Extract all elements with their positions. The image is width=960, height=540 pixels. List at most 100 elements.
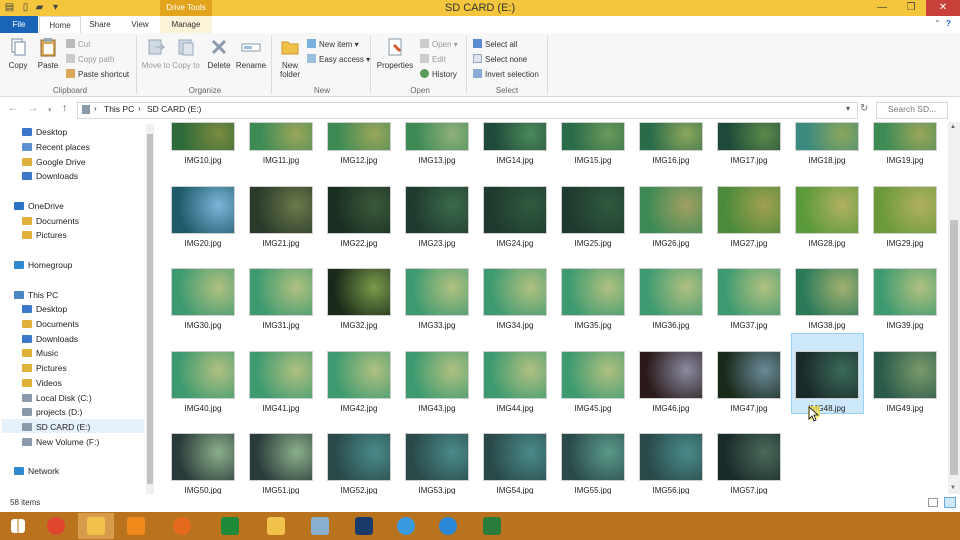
image-thumbnail[interactable] bbox=[249, 122, 313, 151]
collapse-ribbon-icon[interactable]: ⌃ bbox=[934, 19, 941, 28]
up-arrow-icon[interactable]: ↑ bbox=[62, 103, 67, 114]
nav-item-desktop[interactable]: Desktop bbox=[22, 302, 67, 316]
breadcrumb-this-pc[interactable]: This PC bbox=[104, 104, 134, 114]
image-thumbnail[interactable] bbox=[249, 351, 313, 399]
image-thumbnail[interactable] bbox=[795, 351, 859, 399]
image-thumbnail[interactable] bbox=[483, 122, 547, 151]
image-thumbnail[interactable] bbox=[483, 268, 547, 316]
image-thumbnail[interactable] bbox=[171, 268, 235, 316]
new-item-button[interactable]: New item ▾ bbox=[307, 38, 359, 51]
nav-item-downloads[interactable]: Downloads bbox=[22, 332, 78, 346]
nav-item-desktop[interactable]: Desktop bbox=[22, 125, 67, 139]
image-thumbnail[interactable] bbox=[405, 433, 469, 481]
folder-taskbar-button[interactable] bbox=[258, 513, 294, 539]
sync-taskbar-button[interactable] bbox=[430, 513, 466, 539]
delete-button[interactable]: Delete bbox=[204, 37, 234, 70]
image-thumbnail[interactable] bbox=[717, 186, 781, 234]
easy-access-button[interactable]: Easy access ▾ bbox=[307, 53, 370, 66]
open-button[interactable]: Open ▾ bbox=[420, 38, 458, 51]
image-thumbnail[interactable] bbox=[327, 186, 391, 234]
firefox-taskbar-button[interactable] bbox=[164, 513, 200, 539]
image-thumbnail[interactable] bbox=[639, 351, 703, 399]
nav-item-projects-d[interactable]: projects (D:) bbox=[22, 405, 82, 419]
close-button[interactable]: ✕ bbox=[926, 0, 960, 16]
tab-home[interactable]: Home bbox=[39, 16, 81, 34]
minimize-button[interactable]: — bbox=[868, 0, 896, 16]
paste-shortcut-button[interactable]: Paste shortcut bbox=[66, 68, 129, 81]
image-thumbnail[interactable] bbox=[561, 268, 625, 316]
image-thumbnail[interactable] bbox=[639, 186, 703, 234]
image-thumbnail[interactable] bbox=[561, 122, 625, 151]
rename-button[interactable]: Rename bbox=[235, 37, 267, 70]
tab-share[interactable]: Share bbox=[80, 16, 120, 33]
image-thumbnail[interactable] bbox=[873, 186, 937, 234]
cut-button[interactable]: Cut bbox=[66, 38, 90, 51]
large-icons-view-icon[interactable] bbox=[944, 497, 956, 508]
nav-item-this-pc[interactable]: This PC bbox=[14, 288, 58, 302]
nav-item-onedrive[interactable]: OneDrive bbox=[14, 199, 64, 213]
copy-path-button[interactable]: Copy path bbox=[66, 53, 114, 66]
tab-manage[interactable]: Manage bbox=[160, 16, 212, 33]
select-all-button[interactable]: Select all bbox=[473, 38, 517, 51]
image-thumbnail[interactable] bbox=[327, 268, 391, 316]
copy-button[interactable]: Copy bbox=[4, 37, 32, 70]
nav-item-pictures[interactable]: Pictures bbox=[22, 228, 67, 242]
start-taskbar-button[interactable] bbox=[0, 513, 36, 539]
image-thumbnail[interactable] bbox=[327, 433, 391, 481]
nav-item-google-drive[interactable]: Google Drive bbox=[22, 155, 86, 169]
select-none-button[interactable]: Select none bbox=[473, 53, 527, 66]
nav-item-sd-card-e[interactable]: SD CARD (E:) bbox=[22, 420, 90, 434]
image-thumbnail[interactable] bbox=[873, 351, 937, 399]
move-to-button[interactable]: Move to bbox=[141, 37, 171, 70]
copy-to-button[interactable]: Copy to bbox=[172, 37, 200, 70]
image-thumbnail[interactable] bbox=[639, 268, 703, 316]
recent-locations-icon[interactable]: ▾ bbox=[48, 106, 52, 114]
image-thumbnail[interactable] bbox=[171, 351, 235, 399]
image-thumbnail[interactable] bbox=[795, 186, 859, 234]
image-thumbnail[interactable] bbox=[717, 433, 781, 481]
image-thumbnail[interactable] bbox=[171, 433, 235, 481]
image-thumbnail[interactable] bbox=[327, 351, 391, 399]
image-thumbnail[interactable] bbox=[483, 186, 547, 234]
tab-file[interactable]: File bbox=[0, 16, 38, 33]
image-thumbnail[interactable] bbox=[483, 351, 547, 399]
image-thumbnail[interactable] bbox=[249, 186, 313, 234]
image-thumbnail[interactable] bbox=[795, 268, 859, 316]
image-thumbnail[interactable] bbox=[561, 186, 625, 234]
file-explorer-taskbar-button[interactable] bbox=[78, 513, 114, 539]
image-thumbnail[interactable] bbox=[717, 122, 781, 151]
image-thumbnail[interactable] bbox=[405, 122, 469, 151]
photoshop-taskbar-button[interactable] bbox=[346, 513, 382, 539]
spreadsheet-taskbar-button[interactable] bbox=[212, 513, 248, 539]
image-thumbnail[interactable] bbox=[717, 268, 781, 316]
content-scrollbar-thumb[interactable] bbox=[950, 220, 958, 475]
scroll-down-icon[interactable]: ▼ bbox=[950, 485, 956, 491]
new-folder-button[interactable]: New folder bbox=[276, 37, 304, 79]
help-icon[interactable]: ? bbox=[946, 19, 951, 28]
nav-item-pictures[interactable]: Pictures bbox=[22, 361, 67, 375]
image-thumbnail[interactable] bbox=[639, 433, 703, 481]
tab-view[interactable]: View bbox=[120, 16, 160, 33]
scroll-up-icon[interactable]: ▲ bbox=[950, 124, 956, 130]
image-thumbnail[interactable] bbox=[405, 351, 469, 399]
forward-arrow-icon[interactable]: → bbox=[28, 103, 38, 114]
image-thumbnail[interactable] bbox=[405, 268, 469, 316]
image-thumbnail[interactable] bbox=[249, 268, 313, 316]
nav-item-homegroup[interactable]: Homegroup bbox=[14, 258, 72, 272]
address-dropdown-icon[interactable]: ▾ bbox=[846, 104, 850, 113]
image-thumbnail[interactable] bbox=[873, 122, 937, 151]
back-arrow-icon[interactable]: ← bbox=[8, 103, 18, 114]
image-thumbnail[interactable] bbox=[639, 122, 703, 151]
breadcrumb-sd-card[interactable]: SD CARD (E:) bbox=[147, 104, 201, 114]
image-thumbnail[interactable] bbox=[327, 122, 391, 151]
image-thumbnail[interactable] bbox=[561, 351, 625, 399]
image-thumbnail[interactable] bbox=[249, 433, 313, 481]
nav-item-videos[interactable]: Videos bbox=[22, 376, 62, 390]
nav-scrollbar-thumb[interactable] bbox=[147, 134, 153, 484]
details-view-icon[interactable] bbox=[928, 498, 938, 507]
image-thumbnail[interactable] bbox=[405, 186, 469, 234]
nav-item-recent-places[interactable]: Recent places bbox=[22, 140, 90, 154]
edit-button[interactable]: Edit bbox=[420, 53, 446, 66]
maximize-button[interactable]: ❐ bbox=[897, 0, 925, 16]
properties-button[interactable]: Properties bbox=[375, 37, 415, 70]
